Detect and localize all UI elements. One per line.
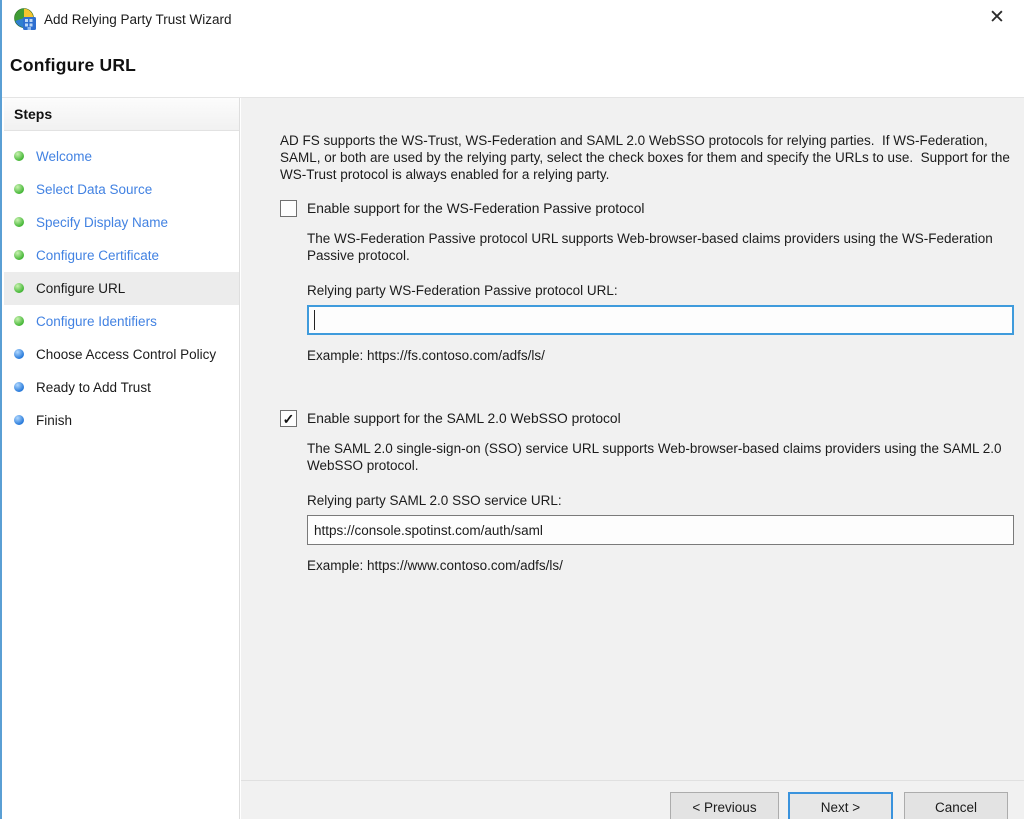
step-label: Finish — [36, 411, 72, 430]
previous-button[interactable]: < Previous — [670, 792, 779, 819]
sidebar-step-ready-to-add-trust[interactable]: Ready to Add Trust — [4, 371, 239, 404]
steps-list: Welcome Select Data Source Specify Display… — [4, 131, 239, 437]
saml-url-label: Relying party SAML 2.0 SSO service URL: — [307, 493, 1012, 508]
saml-url-input[interactable] — [307, 515, 1014, 545]
intro-text: AD FS supports the WS-Trust, WS-Federati… — [280, 132, 1016, 183]
saml-description: The SAML 2.0 single-sign-on (SSO) servic… — [307, 440, 1019, 474]
steps-sidebar: Steps Welcome Select Data Source Specify D… — [4, 98, 240, 819]
cancel-button[interactable]: Cancel — [904, 792, 1008, 819]
step-label: Choose Access Control Policy — [36, 345, 216, 364]
main-panel: AD FS supports the WS-Trust, WS-Federati… — [241, 98, 1024, 819]
titlebar: Add Relying Party Trust Wizard ✕ — [4, 0, 1024, 40]
step-bullet-green — [14, 217, 24, 227]
wsfed-checkbox[interactable] — [280, 200, 297, 217]
adfs-wizard-icon — [13, 7, 38, 32]
step-bullet-green — [14, 316, 24, 326]
step-label: Specify Display Name — [36, 213, 168, 232]
sidebar-step-choose-access-control-policy[interactable]: Choose Access Control Policy — [4, 338, 239, 371]
sidebar-step-finish[interactable]: Finish — [4, 404, 239, 437]
saml-example-text: Example: https://www.contoso.com/adfs/ls… — [307, 558, 1012, 573]
sidebar-step-configure-certificate[interactable]: Configure Certificate — [4, 239, 239, 272]
text-caret — [314, 310, 315, 330]
sidebar-step-specify-display-name[interactable]: Specify Display Name — [4, 206, 239, 239]
wsfed-checkbox-label[interactable]: Enable support for the WS-Federation Pas… — [307, 201, 644, 216]
step-bullet-green — [14, 151, 24, 161]
step-label: Configure Certificate — [36, 246, 159, 265]
step-label: Configure URL — [36, 279, 125, 298]
next-button[interactable]: Next > — [788, 792, 893, 819]
saml-checkbox[interactable]: ✓ — [280, 410, 297, 427]
page-title: Configure URL — [10, 55, 136, 76]
step-label: Configure Identifiers — [36, 312, 157, 331]
steps-header: Steps — [4, 98, 239, 131]
step-label: Ready to Add Trust — [36, 378, 151, 397]
step-label: Welcome — [36, 147, 92, 166]
step-bullet-green — [14, 184, 24, 194]
step-bullet-blue — [14, 349, 24, 359]
close-icon[interactable]: ✕ — [984, 4, 1010, 30]
footer-divider — [241, 780, 1024, 781]
step-bullet-green — [14, 283, 24, 293]
wsfed-checkbox-row: Enable support for the WS-Federation Pas… — [280, 200, 1012, 217]
wizard-window: Add Relying Party Trust Wizard ✕ Configu… — [0, 0, 1024, 819]
step-bullet-green — [14, 250, 24, 260]
step-bullet-blue — [14, 382, 24, 392]
saml-checkbox-label[interactable]: Enable support for the SAML 2.0 WebSSO p… — [307, 411, 621, 426]
step-label: Select Data Source — [36, 180, 152, 199]
saml-checkbox-row: ✓ Enable support for the SAML 2.0 WebSSO… — [280, 410, 1012, 427]
sidebar-step-select-data-source[interactable]: Select Data Source — [4, 173, 239, 206]
sidebar-step-configure-identifiers[interactable]: Configure Identifiers — [4, 305, 239, 338]
sidebar-step-welcome[interactable]: Welcome — [4, 140, 239, 173]
wsfed-example-text: Example: https://fs.contoso.com/adfs/ls/ — [307, 348, 1012, 363]
wsfed-url-label: Relying party WS-Federation Passive prot… — [307, 283, 1012, 298]
wsfed-description: The WS-Federation Passive protocol URL s… — [307, 230, 1019, 264]
window-title: Add Relying Party Trust Wizard — [44, 12, 232, 27]
wsfed-url-input[interactable] — [307, 305, 1014, 335]
step-bullet-blue — [14, 415, 24, 425]
sidebar-step-configure-url[interactable]: Configure URL — [4, 272, 239, 305]
